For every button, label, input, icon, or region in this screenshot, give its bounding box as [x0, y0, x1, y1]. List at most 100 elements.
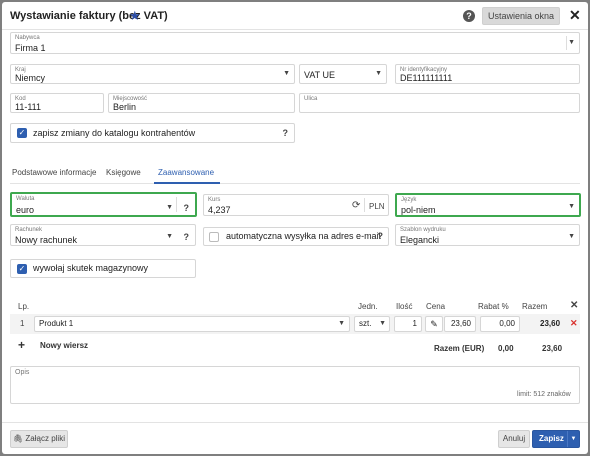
print-template-label: Szablon wydruku [400, 227, 446, 233]
currency-value: euro [16, 205, 35, 215]
discount-input[interactable]: 0,00 [480, 316, 520, 332]
col-unit: Jedn. [358, 302, 378, 311]
chevron-down-icon: ▼ [166, 233, 173, 240]
vat-type-select[interactable]: VAT UE ▼ [299, 64, 387, 84]
chevron-down-icon: ▼ [568, 233, 575, 240]
items-table-header: Lp. Jedn. Ilość Cena Rabat % Razem ✕ [10, 300, 580, 314]
country-select[interactable]: Kraj Niemcy ▼ [10, 64, 295, 84]
warehouse-effect-checkbox[interactable]: ✓ [17, 264, 27, 274]
col-price: Cena [426, 302, 446, 311]
currency-unit: PLN [369, 202, 385, 211]
auto-send-checkbox[interactable] [209, 232, 219, 242]
cancel-button[interactable]: Anuluj [498, 430, 530, 448]
new-row-link[interactable]: Nowy wiersz [40, 341, 88, 350]
buyer-label: Nabywca [15, 35, 40, 41]
city-field[interactable]: Miejscowość Berlin [108, 93, 295, 113]
col-qty: Ilość [396, 302, 413, 311]
warehouse-effect-row: ✓ wywołaj skutek magazynowy [10, 259, 196, 278]
tax-id-field[interactable]: Nr identyfikacyjny DE111111111 [395, 64, 580, 84]
product-value: Produkt 1 [39, 319, 74, 328]
buyer-field[interactable]: Nabywca Firma 1 ▼ [10, 32, 580, 54]
window-settings-button[interactable]: Ustawienia okna [482, 7, 560, 25]
tab-basic-info[interactable]: Podstawowe informacje [12, 168, 96, 177]
dialog-footer: 🖇 Załącz pliki Anuluj Zapisz ▼ [2, 422, 588, 454]
help-icon[interactable]: ? [463, 10, 475, 22]
auto-send-row: automatyczna wysyłka na adres e-mail ? [203, 227, 389, 246]
bank-account-label: Rachunek [15, 227, 43, 233]
close-icon[interactable]: ✕ [570, 300, 578, 311]
summary-label: Razem (EUR) [434, 344, 485, 353]
delete-row-icon[interactable]: ✕ [570, 318, 578, 329]
print-template-select[interactable]: Szablon wydruku Elegancki ▼ [395, 224, 580, 246]
unit-select[interactable]: szt. ▼ [354, 316, 390, 332]
chevron-down-icon: ▼ [568, 203, 575, 210]
print-template-value: Elegancki [400, 235, 440, 245]
row-lp: 1 [20, 319, 25, 328]
tab-accounting[interactable]: Księgowe [106, 168, 141, 177]
tax-id-value: DE111111111 [400, 73, 453, 83]
save-button[interactable]: Zapisz ▼ [532, 430, 580, 448]
help-icon[interactable]: ? [283, 128, 289, 138]
currency-label: Waluta [16, 196, 35, 202]
chevron-down-icon[interactable]: ▼ [568, 39, 575, 46]
bank-account-value: Nowy rachunek [15, 235, 78, 245]
product-select[interactable]: Produkt 1 ▼ [34, 316, 350, 332]
attach-files-button[interactable]: 🖇 Załącz pliki [10, 430, 68, 448]
currency-select[interactable]: Waluta euro ▼ ? [10, 192, 197, 217]
description-label: Opis [15, 369, 30, 376]
vat-type-value: VAT UE [304, 70, 336, 80]
bank-account-select[interactable]: Rachunek Nowy rachunek ▼ ? [10, 224, 196, 246]
table-row: 1 Produkt 1 ▼ szt. ▼ 1 ✎ 23,60 0,00 23,6… [10, 314, 580, 334]
chevron-down-icon: ▼ [166, 204, 173, 211]
street-label: Ulica [304, 96, 318, 102]
language-value: pol-niem [401, 205, 436, 215]
favorite-star-icon[interactable]: ★ [129, 8, 141, 24]
qty-input[interactable]: 1 [394, 316, 422, 332]
chevron-down-icon[interactable]: ▼ [567, 431, 579, 447]
street-field[interactable]: Ulica [299, 93, 580, 113]
help-icon[interactable]: ? [378, 231, 384, 241]
col-discount: Rabat % [478, 302, 509, 311]
description-limit: limit: 512 znaków [517, 391, 571, 398]
refresh-icon[interactable]: ⟳ [352, 200, 360, 211]
chevron-down-icon: ▼ [379, 320, 386, 327]
help-icon[interactable]: ? [184, 232, 190, 242]
buyer-value: Firma 1 [15, 43, 46, 53]
chevron-down-icon: ▼ [338, 320, 345, 327]
postal-code-value: 11-111 [15, 102, 42, 112]
help-icon[interactable]: ? [184, 203, 190, 213]
summary-discount: 0,00 [498, 344, 514, 353]
pencil-icon[interactable]: ✎ [425, 316, 443, 332]
exchange-rate-field[interactable]: Kurs 4,237 ⟳ PLN [203, 194, 389, 216]
chevron-down-icon: ▼ [375, 70, 382, 77]
close-icon[interactable]: ✕ [569, 7, 581, 24]
postal-code-field[interactable]: Kod 11-111 [10, 93, 104, 113]
language-label: Język [401, 197, 417, 203]
country-value: Niemcy [15, 73, 46, 83]
save-contractor-row: ✓ zapisz zmiany do katalogu kontrahentów… [10, 123, 295, 143]
tab-advanced[interactable]: Zaawansowane [158, 168, 214, 177]
paperclip-icon: 🖇 [13, 434, 24, 443]
exchange-rate-value: 4,237 [208, 205, 231, 215]
invoice-dialog: Wystawianie faktury (bez VAT) ★ ? Ustawi… [2, 2, 588, 454]
price-input[interactable]: 23,60 [444, 316, 476, 332]
active-tab-indicator [154, 182, 220, 184]
warehouse-effect-label: wywołaj skutek magazynowy [33, 263, 149, 273]
row-total: 23,60 [540, 319, 561, 328]
col-total: Razem [522, 302, 548, 311]
save-contractor-checkbox[interactable]: ✓ [17, 128, 27, 138]
tab-bar: Podstawowe informacje Księgowe Zaawansow… [10, 162, 580, 184]
save-contractor-label: zapisz zmiany do katalogu kontrahentów [33, 128, 196, 138]
summary-total: 23,60 [542, 344, 563, 353]
description-field[interactable]: Opis [10, 366, 580, 404]
dialog-titlebar: Wystawianie faktury (bez VAT) ★ ? Ustawi… [2, 2, 588, 30]
unit-value: szt. [359, 319, 372, 328]
auto-send-label: automatyczna wysyłka na adres e-mail [226, 231, 381, 241]
language-select[interactable]: Język pol-niem ▼ [395, 193, 581, 217]
col-lp: Lp. [18, 302, 30, 311]
dialog-title: Wystawianie faktury (bez VAT) [10, 10, 168, 22]
chevron-down-icon: ▼ [283, 70, 290, 77]
city-value: Berlin [113, 102, 137, 112]
plus-icon[interactable]: + [18, 338, 25, 352]
exchange-rate-label: Kurs [208, 197, 221, 203]
